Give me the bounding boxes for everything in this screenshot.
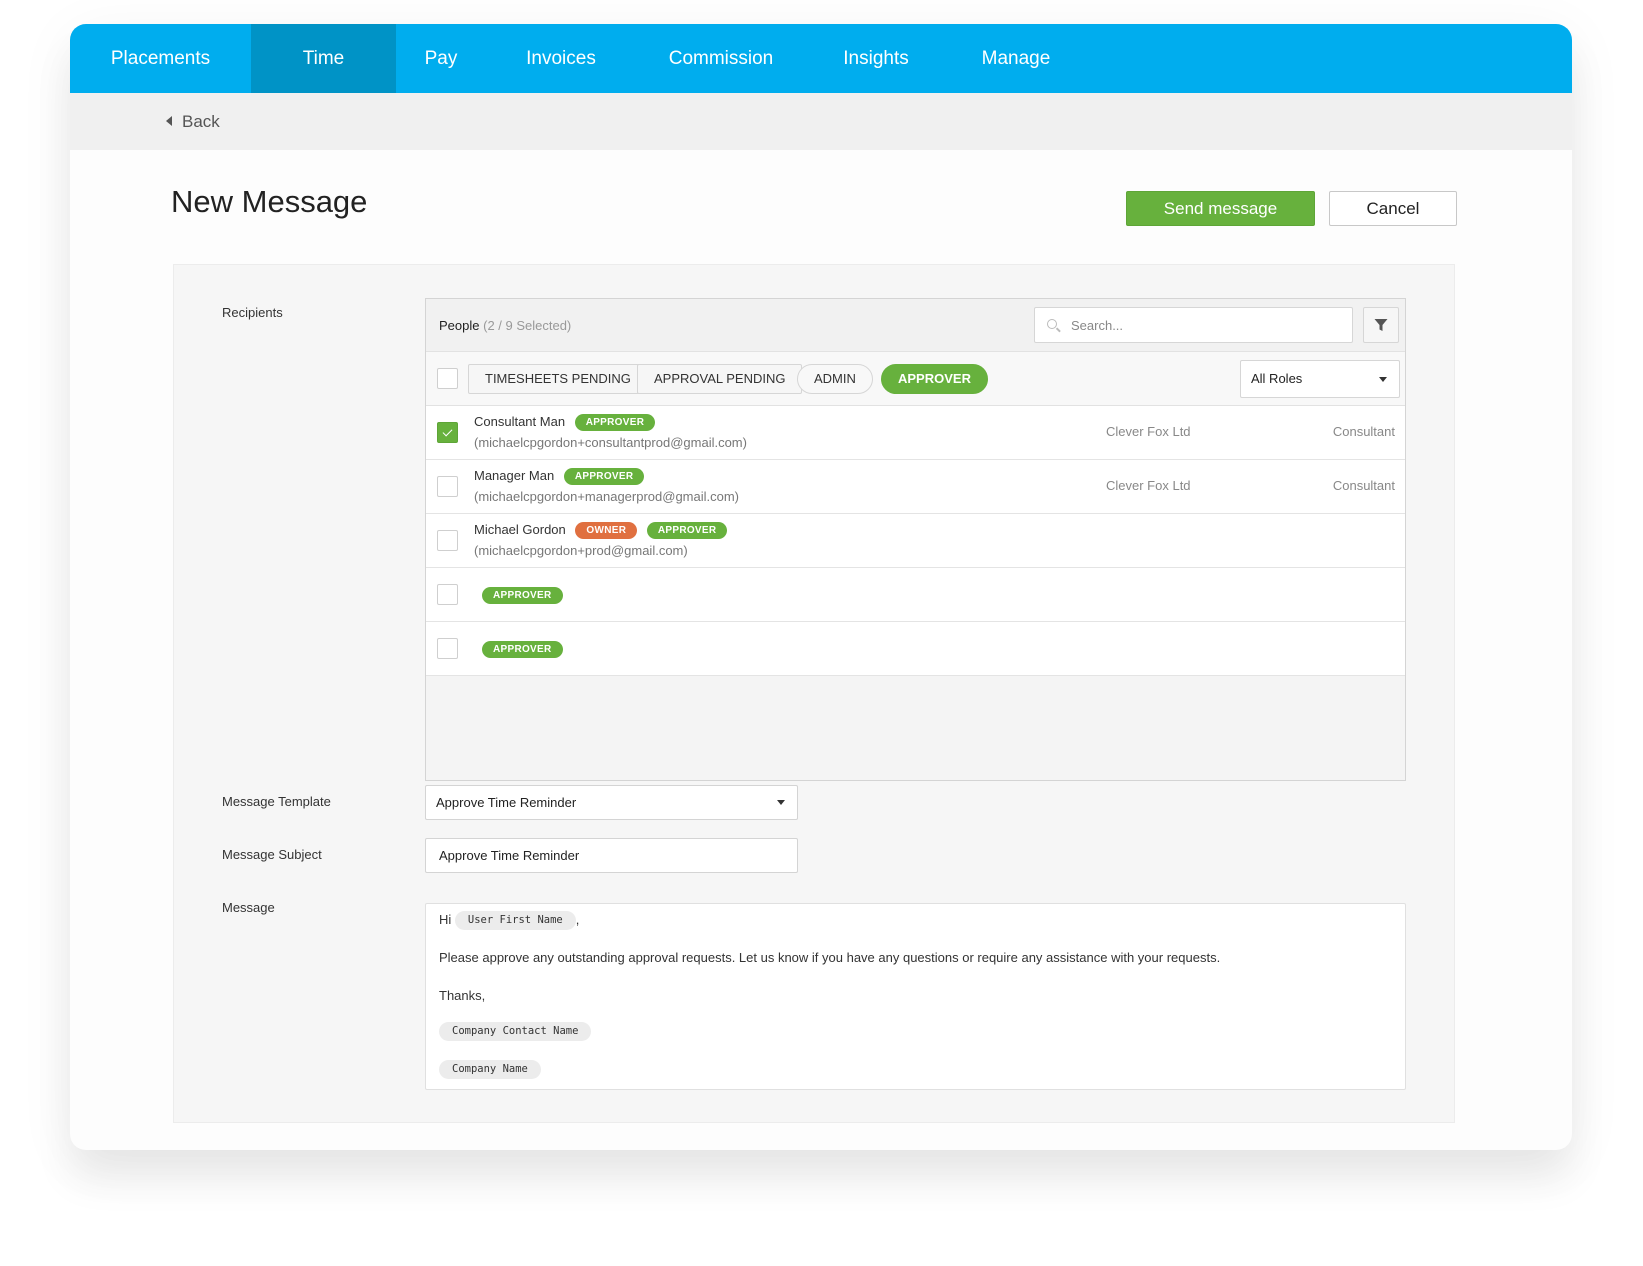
person-row[interactable]: APPROVER: [426, 568, 1405, 622]
person-email: (michaelcpgordon+consultantprod@gmail.co…: [474, 435, 747, 450]
nav-tab-placements[interactable]: Placements: [70, 24, 251, 93]
nav-tab-commission[interactable]: Commission: [636, 24, 806, 93]
back-link[interactable]: Back: [166, 93, 220, 150]
person-row[interactable]: Manager Man APPROVER (michaelcpgordon+ma…: [426, 460, 1405, 514]
token-company-name[interactable]: Company Name: [439, 1060, 541, 1079]
filter-chip-approval-pending[interactable]: APPROVAL PENDING: [637, 364, 803, 394]
app-window: Placements Time Pay Invoices Commission …: [70, 24, 1572, 1150]
funnel-icon: [1374, 319, 1388, 331]
person-company: Clever Fox Ltd: [1106, 424, 1191, 439]
filter-row: TIMESHEETS PENDING APPROVAL PENDING ADMI…: [426, 352, 1405, 406]
people-search-input[interactable]: [1069, 308, 1339, 342]
filter-chip-approver[interactable]: APPROVER: [881, 364, 988, 394]
caret-left-icon: [166, 116, 172, 126]
person-role: Consultant: [1332, 478, 1395, 493]
nav-tab-manage[interactable]: Manage: [946, 24, 1086, 93]
role-badge-owner: OWNER: [575, 522, 638, 539]
template-label: Message Template: [222, 794, 331, 809]
greeting-line: Hi User First Name,: [439, 911, 579, 930]
message-subject-input[interactable]: [425, 838, 798, 873]
person-name: Consultant Man: [474, 414, 566, 429]
person-checkbox[interactable]: [437, 530, 458, 551]
back-label: Back: [182, 112, 220, 131]
person-company: Clever Fox Ltd: [1106, 478, 1191, 493]
recipients-label: Recipients: [222, 305, 283, 320]
message-editor[interactable]: Hi User First Name, Please approve any o…: [425, 903, 1406, 1090]
nav-tab-pay[interactable]: Pay: [396, 24, 486, 93]
people-title: People (2 / 9 Selected): [439, 299, 571, 352]
person-name-line: Consultant Man APPROVER: [474, 414, 656, 431]
role-badge-approver: APPROVER: [646, 522, 728, 539]
back-bar: Back: [70, 93, 1572, 150]
person-row[interactable]: APPROVER: [426, 622, 1405, 676]
token-line-company: Company Name: [439, 1060, 541, 1079]
chevron-down-icon: [1379, 377, 1387, 382]
person-name-line: Michael Gordon OWNER APPROVER: [474, 522, 728, 539]
filter-button[interactable]: [1363, 307, 1399, 343]
person-name-line: Manager Man APPROVER: [474, 468, 645, 485]
person-badges: APPROVER: [482, 640, 563, 658]
roles-select-value: All Roles: [1251, 371, 1303, 386]
message-template-select[interactable]: Approve Time Reminder: [425, 785, 798, 820]
role-badge-approver: APPROVER: [574, 414, 656, 431]
person-checkbox[interactable]: [437, 422, 458, 443]
person-checkbox[interactable]: [437, 476, 458, 497]
role-badge-approver: APPROVER: [482, 641, 563, 658]
top-nav: Placements Time Pay Invoices Commission …: [70, 24, 1572, 93]
role-badge-approver: APPROVER: [563, 468, 645, 485]
nav-tab-time[interactable]: Time: [251, 24, 396, 93]
filter-chip-admin[interactable]: ADMIN: [797, 364, 873, 394]
people-title-label: People: [439, 318, 480, 333]
person-checkbox[interactable]: [437, 638, 458, 659]
person-row[interactable]: Consultant Man APPROVER (michaelcpgordon…: [426, 406, 1405, 460]
subject-label: Message Subject: [222, 847, 322, 862]
message-form-panel: Recipients People (2 / 9 Selected) Searc…: [173, 264, 1455, 1123]
person-email: (michaelcpgordon+prod@gmail.com): [474, 543, 688, 558]
person-name: Manager Man: [474, 468, 555, 483]
person-badges: APPROVER: [482, 586, 563, 604]
greeting-suffix: ,: [575, 911, 580, 927]
people-selected-count: (2 / 9 Selected): [483, 318, 572, 333]
message-label: Message: [222, 900, 275, 915]
person-name: Michael Gordon: [474, 522, 566, 537]
search-icon: [1047, 319, 1057, 329]
nav-tab-insights[interactable]: Insights: [806, 24, 946, 93]
page-title: New Message: [171, 184, 368, 219]
nav-tab-invoices[interactable]: Invoices: [486, 24, 636, 93]
cancel-button[interactable]: Cancel: [1329, 191, 1457, 226]
send-message-button[interactable]: Send message: [1126, 191, 1315, 226]
token-user-first-name[interactable]: User First Name: [454, 911, 576, 930]
select-all-checkbox[interactable]: [437, 368, 458, 389]
filter-chip-timesheets-pending[interactable]: TIMESHEETS PENDING: [468, 364, 648, 394]
message-signoff: Thanks,: [439, 988, 486, 1003]
roles-select[interactable]: All Roles: [1240, 360, 1400, 398]
people-search[interactable]: [1034, 307, 1353, 343]
person-checkbox[interactable]: [437, 584, 458, 605]
message-body: Please approve any outstanding approval …: [439, 950, 1221, 965]
token-company-contact-name[interactable]: Company Contact Name: [439, 1022, 592, 1041]
chevron-down-icon: [777, 800, 785, 805]
person-row[interactable]: Michael Gordon OWNER APPROVER (michaelcp…: [426, 514, 1405, 568]
message-template-value: Approve Time Reminder: [436, 795, 577, 810]
person-email: (michaelcpgordon+managerprod@gmail.com): [474, 489, 740, 504]
greeting-text: Hi: [439, 911, 452, 927]
person-role: Consultant: [1332, 424, 1395, 439]
people-header: People (2 / 9 Selected): [426, 299, 1405, 352]
role-badge-approver: APPROVER: [482, 587, 563, 604]
people-picker: People (2 / 9 Selected) TIMESHEETS PENDI…: [425, 298, 1406, 781]
token-line-contact: Company Contact Name: [439, 1022, 592, 1041]
